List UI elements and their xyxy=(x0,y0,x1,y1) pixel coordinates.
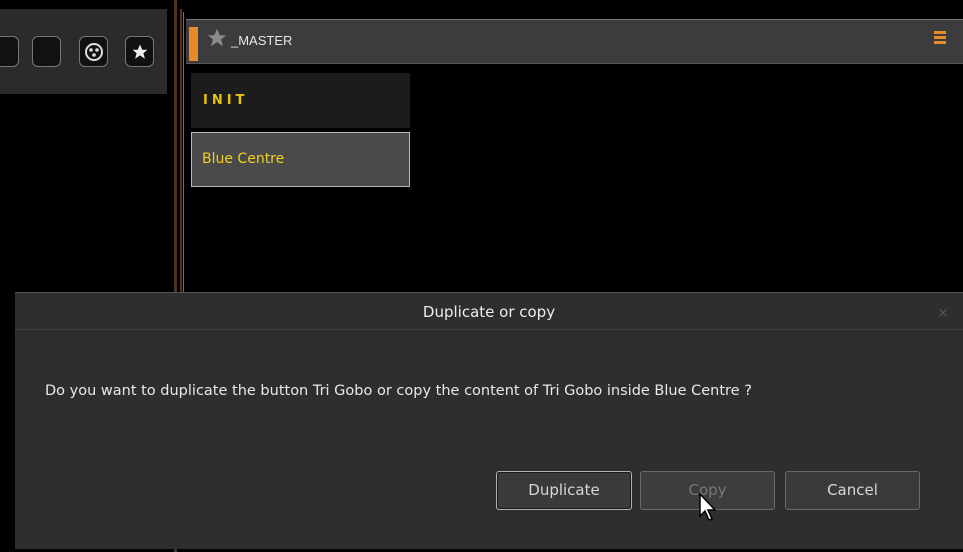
gobo-icon xyxy=(84,42,103,61)
duplicate-button[interactable]: Duplicate xyxy=(496,471,632,510)
dialog-message: Do you want to duplicate the button Tri … xyxy=(45,383,752,399)
close-icon[interactable]: × xyxy=(937,305,949,321)
toolbar-button-blank[interactable] xyxy=(32,36,61,67)
star-icon xyxy=(132,44,147,59)
preset-item-label: Blue Centre xyxy=(202,151,285,167)
toolbar-panel xyxy=(0,9,167,94)
dialog-title: Duplicate or copy xyxy=(422,303,556,321)
cancel-button[interactable]: Cancel xyxy=(785,471,920,510)
dialog-separator xyxy=(15,329,963,330)
hamburger-menu-icon[interactable] xyxy=(934,31,946,45)
duplicate-or-copy-dialog: Duplicate or copy × Do you want to dupli… xyxy=(15,292,963,549)
panel-divider-accent xyxy=(180,9,182,292)
preset-item-label: INIT xyxy=(203,93,249,108)
toolbar-button-gobo[interactable] xyxy=(79,36,108,67)
master-header xyxy=(186,19,963,64)
toolbar-button-blank[interactable] xyxy=(0,36,19,67)
master-title: _MASTER xyxy=(231,33,293,48)
star-icon[interactable] xyxy=(205,27,229,53)
mouse-cursor-icon xyxy=(699,492,717,521)
master-accent-bar xyxy=(189,27,198,61)
toolbar-button-favorite[interactable] xyxy=(125,36,154,67)
